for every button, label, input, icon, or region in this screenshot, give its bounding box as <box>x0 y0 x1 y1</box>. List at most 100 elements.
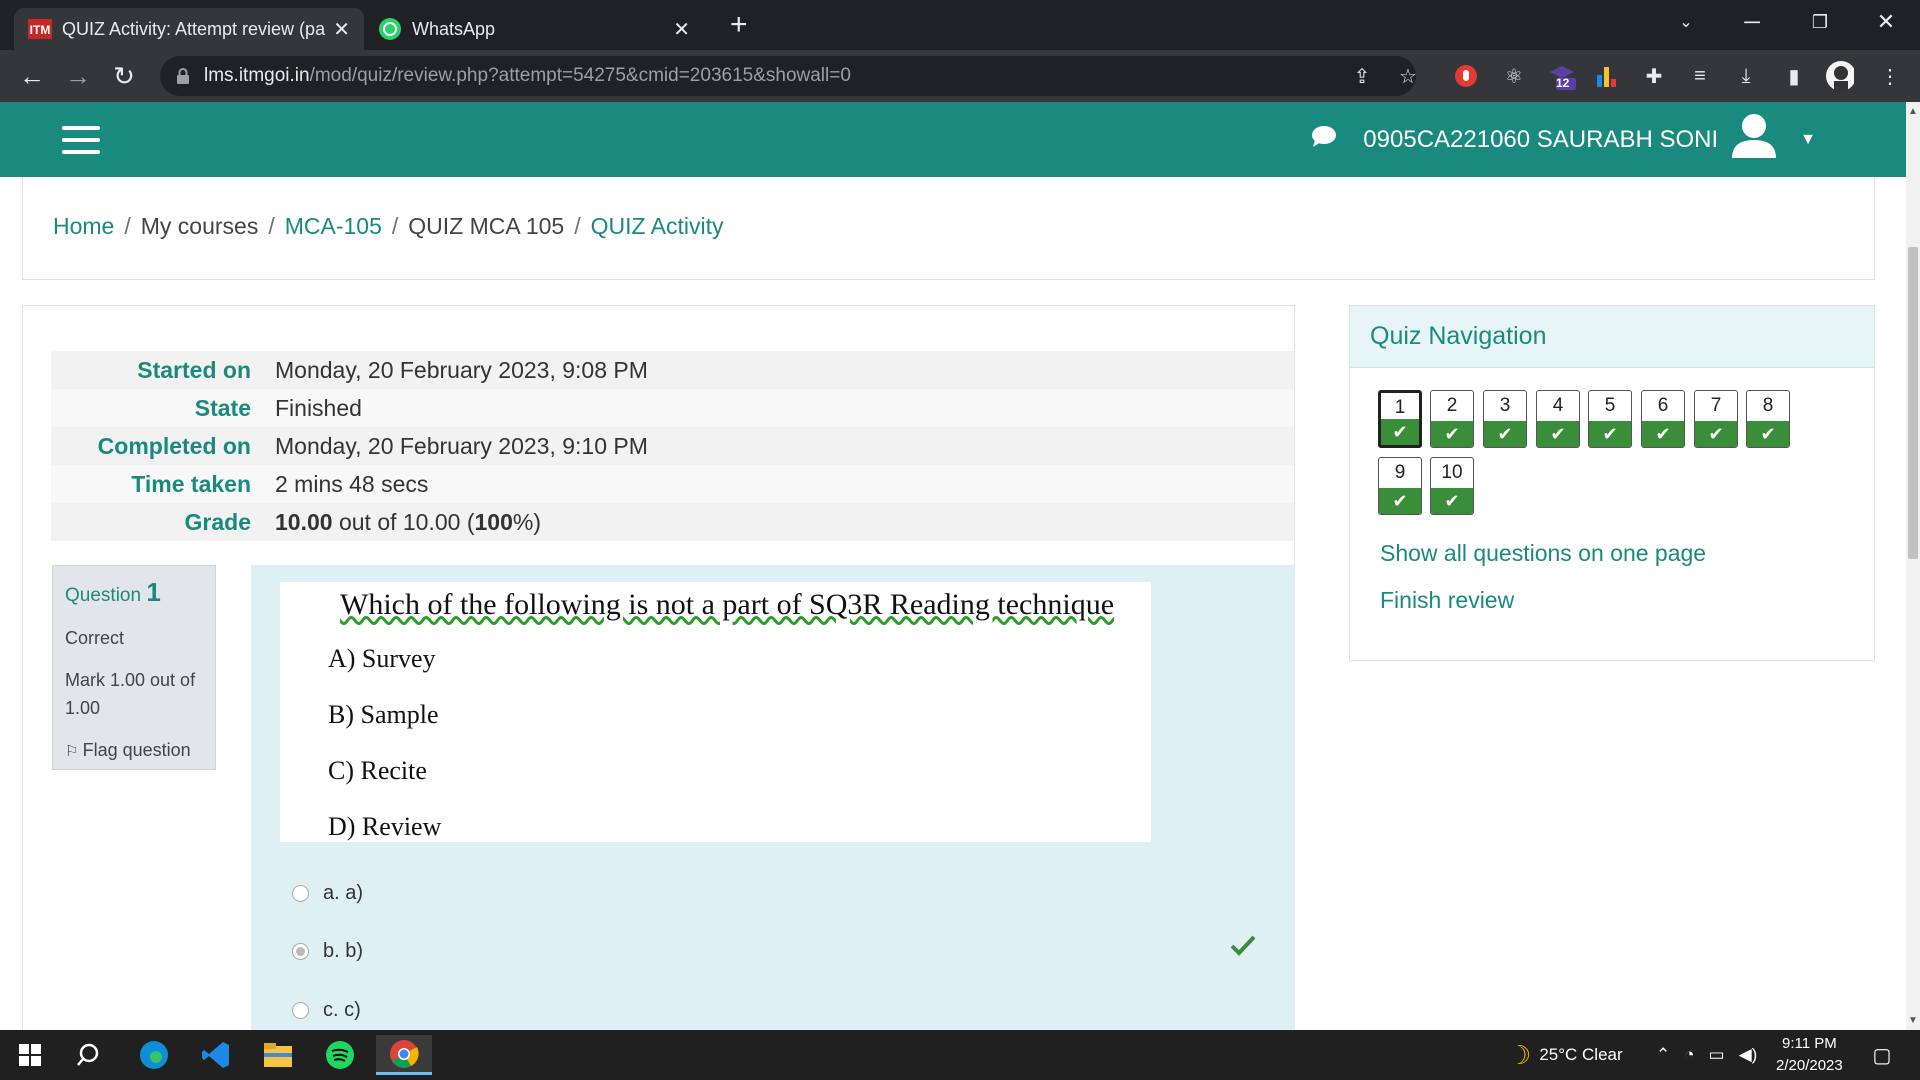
tab-search-icon[interactable]: ⌄ <box>1656 0 1716 44</box>
reload-icon[interactable]: ↻ <box>106 58 142 94</box>
tab-title: WhatsApp <box>412 18 496 39</box>
windows-taskbar: ☽ 25°C Clear ⌃ ◔ ▭ ◀) 9:11 PM 2/20/2023 … <box>0 1030 1920 1080</box>
radio-button[interactable] <box>292 943 309 960</box>
analytics-icon[interactable] <box>1592 62 1620 90</box>
check-icon: ✔ <box>1431 421 1473 447</box>
share-icon[interactable]: ⇪ <box>1348 62 1376 90</box>
moon-icon: ☽ <box>1508 1039 1532 1070</box>
chrome-taskbar-icon[interactable] <box>376 1035 432 1075</box>
chrome-menu-icon[interactable]: ⋮ <box>1876 62 1904 90</box>
back-icon[interactable]: ← <box>14 58 50 94</box>
quiz-nav-button-4[interactable]: 4 ✔ <box>1536 390 1580 448</box>
adblock-icon[interactable] <box>1452 62 1480 90</box>
question-mark: Mark 1.00 out of 1.00 <box>65 670 196 718</box>
breadcrumb-my-courses: My courses <box>140 213 259 239</box>
clock-date: 2/20/2023 <box>1776 1057 1843 1074</box>
quiz-nav-button-5[interactable]: 5 ✔ <box>1588 390 1632 448</box>
browser-toolbar: ← → ↻ lms.itmgoi.in/mod/quiz/review.php?… <box>0 50 1920 102</box>
profile-avatar[interactable] <box>1826 61 1854 91</box>
clock[interactable]: 9:11 PM 2/20/2023 <box>1776 1030 1843 1080</box>
vertical-scrollbar[interactable]: ▲ ▼ <box>1906 102 1920 1030</box>
check-icon: ✔ <box>1431 488 1473 514</box>
minimize-button[interactable]: ─ <box>1722 0 1782 44</box>
question-number: Question 1 <box>65 577 161 607</box>
clock-time: 9:11 PM <box>1781 1035 1837 1052</box>
quiz-nav-button-6[interactable]: 6 ✔ <box>1641 390 1685 448</box>
answer-option-b[interactable]: b. b) <box>292 940 363 963</box>
answer-option-c[interactable]: c. c) <box>292 999 361 1022</box>
summary-row-grade: Grade 10.00 out of 10.00 (100%) <box>51 503 1294 541</box>
quiz-nav-button-9[interactable]: 9 ✔ <box>1378 457 1422 515</box>
vscode-icon[interactable] <box>190 1035 242 1075</box>
battery-icon[interactable]: ▭ <box>1709 1045 1725 1065</box>
question-image-title: Which of the following is not a part of … <box>340 588 1115 621</box>
new-tab-button[interactable]: + <box>730 8 748 42</box>
scroll-up-icon[interactable]: ▲ <box>1908 106 1918 117</box>
react-devtools-icon[interactable]: ⚛ <box>1500 62 1528 90</box>
check-icon: ✔ <box>1379 488 1421 514</box>
user-menu[interactable]: 0905CA221060 SAURABH SONI ▼ <box>1311 102 1816 177</box>
flag-icon: ⚐ <box>65 743 83 760</box>
quiz-nav-button-7[interactable]: 7 ✔ <box>1694 390 1738 448</box>
edge-icon[interactable] <box>128 1035 180 1075</box>
hamburger-menu-icon[interactable] <box>62 126 100 154</box>
weather-widget[interactable]: ☽ 25°C Clear <box>1508 1030 1623 1080</box>
breadcrumb: Home / My courses / MCA-105/QUIZ MCA 105/QUI… <box>53 213 724 239</box>
forward-icon[interactable]: → <box>60 58 96 94</box>
check-icon: ✔ <box>1589 421 1631 447</box>
close-tab-icon[interactable]: ✕ <box>333 17 350 42</box>
bookmark-star-icon[interactable]: ☆ <box>1394 62 1422 90</box>
search-icon[interactable] <box>62 1035 114 1075</box>
network-icon[interactable]: ◔ <box>1684 1045 1694 1065</box>
check-icon: ✔ <box>1747 421 1789 447</box>
address-bar[interactable]: lms.itmgoi.in/mod/quiz/review.php?attemp… <box>160 56 1416 96</box>
radio-button[interactable] <box>292 1002 309 1019</box>
system-tray[interactable]: ⌃ ◔ ▭ ◀) <box>1656 1030 1757 1080</box>
tab-quiz-activity[interactable]: ITM QUIZ Activity: Attempt review (pa ✕ <box>14 8 364 50</box>
spotify-icon[interactable] <box>314 1035 366 1075</box>
quiz-nav-button-3[interactable]: 3 ✔ <box>1483 390 1527 448</box>
summary-row-state: State Finished <box>51 389 1294 427</box>
finish-review-link[interactable]: Finish review <box>1380 587 1514 614</box>
radio-button[interactable] <box>292 885 309 902</box>
extension-badge-count: 12 <box>1556 76 1570 90</box>
scrollbar-thumb[interactable] <box>1908 247 1918 559</box>
attempt-summary-table: Started on Monday, 20 February 2023, 9:08… <box>51 351 1294 541</box>
restore-button[interactable]: ❐ <box>1790 0 1850 44</box>
extension-badge-icon[interactable]: 12 <box>1548 62 1576 90</box>
answer-option-a[interactable]: a. a) <box>292 882 363 905</box>
question-image-option: A) Survey <box>328 644 436 673</box>
tab-whatsapp[interactable]: WhatsApp ✕ <box>364 8 704 50</box>
quiz-nav-button-8[interactable]: 8 ✔ <box>1746 390 1790 448</box>
extensions-puzzle-icon[interactable]: ✚ <box>1640 62 1668 90</box>
reading-list-icon[interactable]: ≡ <box>1686 62 1714 90</box>
show-all-questions-link[interactable]: Show all questions on one page <box>1380 540 1706 567</box>
messages-icon[interactable] <box>1311 125 1337 154</box>
quiz-nav-button-1[interactable]: 1 ✔ <box>1378 390 1422 448</box>
quiz-nav-button-2[interactable]: 2 ✔ <box>1430 390 1474 448</box>
download-icon[interactable]: ⤓ <box>1732 62 1760 90</box>
windows-start-icon[interactable] <box>4 1035 56 1075</box>
quiz-nav-button-10[interactable]: 10 ✔ <box>1430 457 1474 515</box>
quiz-navigation-title: Quiz Navigation <box>1350 306 1874 368</box>
chevron-down-icon[interactable]: ▼ <box>1800 131 1816 149</box>
breadcrumb-course[interactable]: MCA-105 <box>285 213 382 239</box>
close-window-button[interactable]: ✕ <box>1856 0 1916 44</box>
close-tab-icon[interactable]: ✕ <box>673 17 690 42</box>
flag-question-button[interactable]: ⚐ Flag question <box>65 736 203 766</box>
user-name: 0905CA221060 SAURABH SONI <box>1363 125 1719 153</box>
chevron-up-icon[interactable]: ⌃ <box>1656 1045 1670 1065</box>
svg-text:ITM: ITM <box>30 23 51 37</box>
breadcrumb-home[interactable]: Home <box>53 213 114 239</box>
question-info: Question 1 Correct Mark 1.00 out of 1.00… <box>52 565 216 770</box>
side-panel-icon[interactable]: ▮ <box>1780 62 1808 90</box>
volume-icon[interactable]: ◀) <box>1739 1045 1758 1065</box>
check-icon: ✔ <box>1695 421 1737 447</box>
notification-icon[interactable]: ▢ <box>1856 1035 1908 1075</box>
summary-row-started: Started on Monday, 20 February 2023, 9:08… <box>51 351 1294 389</box>
check-icon: ✔ <box>1537 421 1579 447</box>
breadcrumb-quiz[interactable]: QUIZ Activity <box>591 213 724 239</box>
file-explorer-icon[interactable] <box>252 1035 304 1075</box>
page-header: Home / My courses / MCA-105/QUIZ MCA 105/QUI… <box>22 177 1875 280</box>
scroll-down-icon[interactable]: ▼ <box>1908 1015 1918 1026</box>
